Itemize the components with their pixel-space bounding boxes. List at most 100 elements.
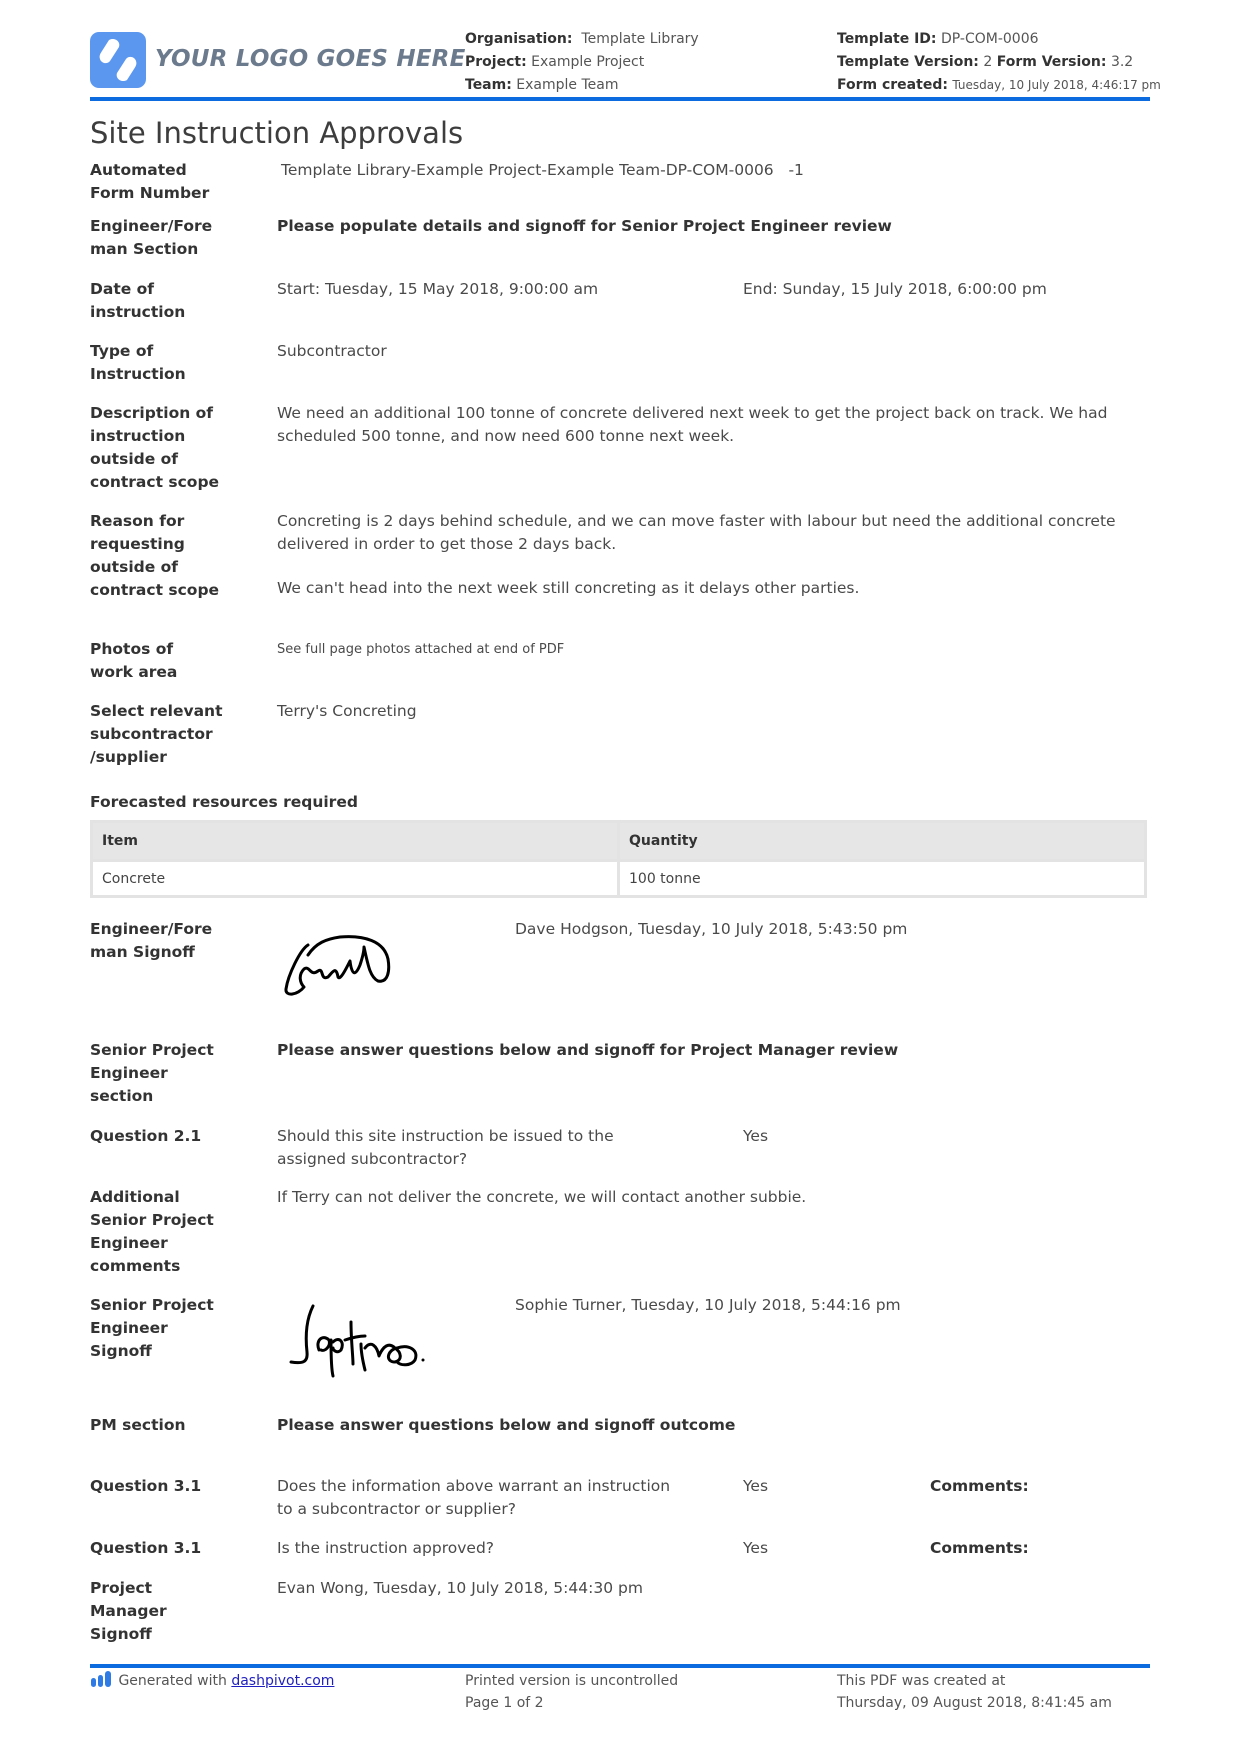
label-line: Senior Project bbox=[90, 1041, 214, 1059]
label-line: outside of bbox=[90, 558, 179, 576]
label-line: Engineer/Fore bbox=[90, 217, 213, 235]
organisation-label: Organisation: bbox=[465, 31, 573, 47]
template-version-label: Template Version: bbox=[837, 54, 979, 70]
team-line: Team: Example Team bbox=[465, 74, 699, 97]
label-line: Project bbox=[90, 1579, 153, 1597]
question-3-1b-text: Is the instruction approved? bbox=[277, 1539, 495, 1557]
question-2-1-label: Question 2.1 bbox=[90, 1127, 202, 1145]
form-number-text: Template Library-Example Project-Example… bbox=[281, 161, 774, 179]
additional-comments-value: If Terry can not deliver the concrete, w… bbox=[277, 1188, 807, 1206]
engineer-signoff-label: Engineer/Fore man Signoff bbox=[90, 918, 265, 964]
header-meta-left: Organisation: Template Library Project: … bbox=[465, 28, 699, 97]
senior-signature-image bbox=[289, 1304, 425, 1378]
label-line: /supplier bbox=[90, 748, 167, 766]
senior-section-label: Senior Project Engineer section bbox=[90, 1039, 265, 1108]
form-created-value: Tuesday, 10 July 2018, 4:46:17 pm bbox=[952, 78, 1161, 92]
question-3-1a-comments-label: Comments: bbox=[930, 1477, 1029, 1495]
description-line: We need an additional 100 tonne of concr… bbox=[277, 404, 1108, 422]
question-line: Should this site instruction be issued t… bbox=[277, 1127, 614, 1145]
footer-divider bbox=[90, 1664, 1150, 1668]
dashpivot-link[interactable]: dashpivot.com bbox=[231, 1673, 334, 1689]
subcontractor-label: Select relevant subcontractor /supplier bbox=[90, 700, 265, 769]
label-line: contract scope bbox=[90, 581, 220, 599]
form-number-value: Template Library-Example Project-Example… bbox=[281, 159, 804, 182]
label-line: man Signoff bbox=[90, 943, 195, 961]
senior-signer: Sophie Turner, Tuesday, 10 July 2018, 5:… bbox=[515, 1296, 901, 1314]
type-value: Subcontractor bbox=[277, 342, 387, 360]
form-created-label: Form created: bbox=[837, 77, 948, 93]
page-title: Site Instruction Approvals bbox=[90, 116, 464, 150]
description-value: We need an additional 100 tonne of concr… bbox=[277, 402, 1107, 448]
label-line: subcontractor bbox=[90, 725, 213, 743]
label-line: Select relevant bbox=[90, 702, 223, 720]
photos-label: Photos of work area bbox=[90, 638, 265, 684]
question-2-1-answer: Yes bbox=[743, 1127, 769, 1145]
description-line: scheduled 500 tonne, and now need 600 to… bbox=[277, 427, 735, 445]
label-line: contract scope bbox=[90, 473, 220, 491]
date-start: Start: Tuesday, 15 May 2018, 9:00:00 am bbox=[277, 280, 599, 298]
reason-label: Reason for requesting outside of contrac… bbox=[90, 510, 265, 602]
engineer-section-label: Engineer/Fore man Section bbox=[90, 215, 265, 261]
uncontrolled-notice: Printed version is uncontrolled bbox=[465, 1673, 679, 1689]
question-line: Does the information above warrant an in… bbox=[277, 1477, 671, 1495]
page-number: Page 1 of 2 bbox=[465, 1695, 544, 1711]
form-version-value: 3.2 bbox=[1110, 54, 1134, 70]
project-label: Project: bbox=[465, 54, 527, 70]
project-line: Project: Example Project bbox=[465, 51, 699, 74]
footer-right: This PDF was created at Thursday, 09 Aug… bbox=[837, 1670, 1112, 1714]
reason-line: We can't head into the next week still c… bbox=[277, 579, 860, 597]
label-line: Engineer bbox=[90, 1319, 168, 1337]
form-number-suffix: -1 bbox=[788, 161, 804, 179]
label-line: Senior Project bbox=[90, 1296, 214, 1314]
template-id-label: Template ID: bbox=[837, 31, 937, 47]
engineer-signature-image bbox=[284, 935, 391, 996]
type-label: Type of Instruction bbox=[90, 340, 265, 386]
logo-text: YOUR LOGO GOES HERE bbox=[155, 46, 466, 72]
label-line: Reason for bbox=[90, 512, 185, 530]
question-3-1a-text: Does the information above warrant an in… bbox=[277, 1475, 670, 1521]
template-id-line: Template ID: DP-COM-0006 bbox=[837, 28, 1161, 51]
label-line: Manager bbox=[90, 1602, 167, 1620]
template-version-value: 2 bbox=[983, 54, 993, 70]
label-line: Engineer bbox=[90, 1064, 168, 1082]
label-line: Senior Project bbox=[90, 1211, 214, 1229]
cell-quantity: 100 tonne bbox=[617, 859, 1147, 898]
form-created-line: Form created: Tuesday, 10 July 2018, 4:4… bbox=[837, 74, 1161, 97]
column-header-quantity: Quantity bbox=[617, 820, 1147, 862]
project-value: Example Project bbox=[531, 54, 645, 70]
resources-table: Item Quantity Concrete 100 tonne bbox=[90, 820, 1147, 898]
organisation-value: Template Library bbox=[581, 31, 699, 47]
question-2-1-text: Should this site instruction be issued t… bbox=[277, 1125, 614, 1171]
pm-section-instruction: Please answer questions below and signof… bbox=[277, 1416, 736, 1434]
label-line: Signoff bbox=[90, 1625, 152, 1643]
generated-text: Generated with bbox=[118, 1673, 227, 1689]
label-line: comments bbox=[90, 1257, 181, 1275]
question-3-1a-label: Question 3.1 bbox=[90, 1477, 202, 1495]
footer-middle: Printed version is uncontrolled Page 1 o… bbox=[465, 1670, 678, 1714]
label-line: outside of bbox=[90, 450, 179, 468]
label-line: Instruction bbox=[90, 365, 186, 383]
organisation-line: Organisation: Template Library bbox=[465, 28, 699, 51]
label-line: Additional bbox=[90, 1188, 180, 1206]
reason-line: Concreting is 2 days behind schedule, an… bbox=[277, 512, 1116, 530]
team-label: Team: bbox=[465, 77, 512, 93]
date-end: End: Sunday, 15 July 2018, 6:00:00 pm bbox=[743, 280, 1047, 298]
footer-generated: Generated with dashpivot.com bbox=[90, 1670, 334, 1692]
label-line: Description of bbox=[90, 404, 214, 422]
label-line: Engineer bbox=[90, 1234, 168, 1252]
pdf-created-label: This PDF was created at bbox=[837, 1673, 1006, 1689]
team-value: Example Team bbox=[516, 77, 619, 93]
form-version-label: Form Version: bbox=[996, 54, 1107, 70]
label-line: Signoff bbox=[90, 1342, 152, 1360]
pm-signoff-label: Project Manager Signoff bbox=[90, 1577, 265, 1646]
photos-value: See full page photos attached at end of … bbox=[277, 642, 565, 657]
version-line: Template Version: 2 Form Version: 3.2 bbox=[837, 51, 1161, 74]
label-line: man Section bbox=[90, 240, 199, 258]
header-divider bbox=[90, 97, 1150, 101]
question-3-1a-answer: Yes bbox=[743, 1477, 769, 1495]
engineer-section-instruction: Please populate details and signoff for … bbox=[277, 217, 892, 235]
label-line: Type of bbox=[90, 342, 154, 360]
pdf-created-value: Thursday, 09 August 2018, 8:41:45 am bbox=[837, 1695, 1112, 1711]
label-line: Form Number bbox=[90, 184, 210, 202]
template-id-value: DP-COM-0006 bbox=[940, 31, 1039, 47]
